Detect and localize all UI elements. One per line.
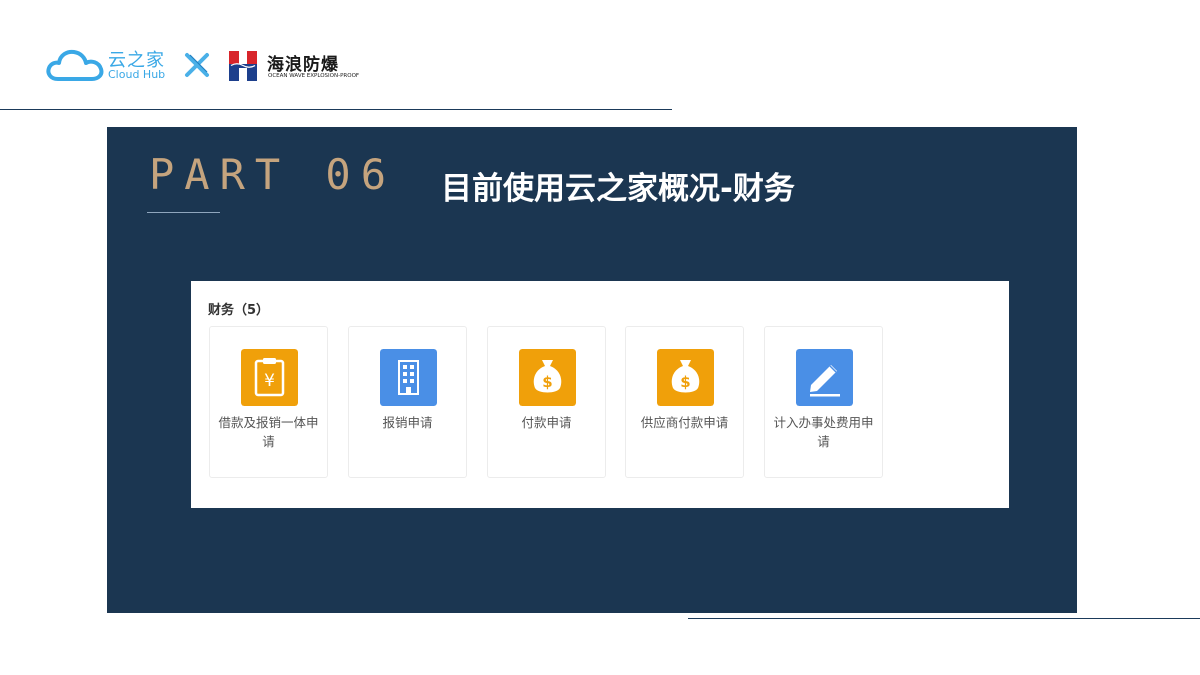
- cloud-hub-logo-icon: [46, 49, 104, 81]
- ocean-wave-logo-icon: [229, 51, 257, 81]
- cross-icon: [185, 53, 209, 77]
- app-label: 供应商付款申请: [640, 415, 729, 430]
- svg-text:$: $: [680, 373, 690, 391]
- app-tile-payment[interactable]: $ 付款申请: [487, 326, 606, 478]
- app-label: 付款申请: [521, 415, 572, 430]
- clipboard-yen-icon: ¥: [241, 349, 298, 406]
- bottom-divider: [688, 618, 1200, 619]
- app-tile-loan-reimbursement[interactable]: ¥ 借款及报销一体申请: [209, 326, 328, 478]
- app-label: 借款及报销一体申请: [218, 415, 319, 449]
- partner-name-en: OCEAN WAVE EXPLOSION-PROOF: [268, 73, 360, 79]
- app-label: 计入办事处费用申请: [773, 415, 874, 449]
- app-tile-office-expense[interactable]: 计入办事处费用申请: [764, 326, 883, 478]
- part-number: PART 06: [149, 150, 397, 199]
- app-tile-supplier-payment[interactable]: $ 供应商付款申请: [625, 326, 744, 478]
- cloud-hub-name-en: Cloud Hub: [108, 68, 166, 81]
- finance-section-title: 财务（5）: [208, 303, 270, 318]
- money-bag-icon: $: [657, 349, 714, 406]
- svg-text:¥: ¥: [264, 371, 275, 391]
- top-divider: [0, 109, 672, 110]
- money-bag-icon: $: [519, 349, 576, 406]
- partner-name-cn: 海浪防爆: [267, 55, 339, 75]
- building-icon: [380, 349, 437, 406]
- slide-title: 目前使用云之家概况-财务: [441, 171, 795, 207]
- pen-edit-icon: [796, 349, 853, 406]
- svg-text:$: $: [542, 373, 552, 391]
- app-label: 报销申请: [382, 415, 433, 430]
- part-underline: [147, 212, 220, 213]
- app-tile-reimbursement[interactable]: 报销申请: [348, 326, 467, 478]
